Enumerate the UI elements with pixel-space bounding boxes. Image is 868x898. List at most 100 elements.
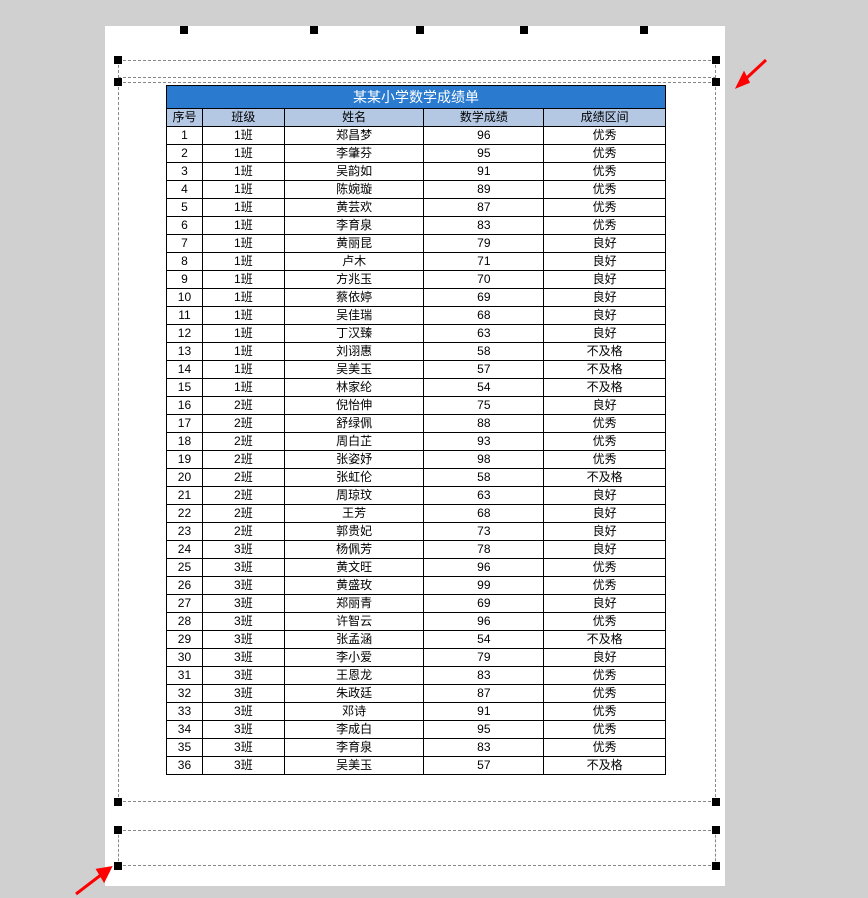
cell-grade: 优秀 — [544, 217, 666, 235]
cell-name: 许智云 — [284, 613, 424, 631]
cell-grade: 优秀 — [544, 127, 666, 145]
cell-class: 3班 — [202, 541, 284, 559]
cell-class: 3班 — [202, 559, 284, 577]
handle-body-tr[interactable] — [712, 78, 720, 86]
cell-name: 张虹伦 — [284, 469, 424, 487]
cell-grade: 良好 — [544, 235, 666, 253]
cell-score: 91 — [424, 703, 544, 721]
handle-body-tl[interactable] — [114, 78, 122, 86]
cell-name: 杨佩芳 — [284, 541, 424, 559]
handle-footer-tr[interactable] — [712, 826, 720, 834]
cell-class: 3班 — [202, 613, 284, 631]
cell-grade: 良好 — [544, 271, 666, 289]
cell-grade: 不及格 — [544, 631, 666, 649]
handle-page-top-5[interactable] — [640, 26, 648, 34]
table-row: 141班吴美玉57不及格 — [167, 361, 666, 379]
cell-score: 95 — [424, 145, 544, 163]
cell-grade: 优秀 — [544, 613, 666, 631]
cell-grade: 优秀 — [544, 181, 666, 199]
cell-name: 林家纶 — [284, 379, 424, 397]
handle-page-top-3[interactable] — [416, 26, 424, 34]
handle-page-top-1[interactable] — [180, 26, 188, 34]
cell-class: 1班 — [202, 235, 284, 253]
cell-name: 张孟涵 — [284, 631, 424, 649]
cell-name: 刘诩惠 — [284, 343, 424, 361]
report-footer-band[interactable] — [118, 830, 716, 866]
cell-index: 30 — [167, 649, 203, 667]
score-table: 某某小学数学成绩单 序号 班级 姓名 数学成绩 成绩区间 11班郑昌梦96优秀2… — [166, 85, 666, 775]
cell-score: 63 — [424, 487, 544, 505]
cell-grade: 优秀 — [544, 433, 666, 451]
cell-score: 83 — [424, 739, 544, 757]
handle-footer-tl[interactable] — [114, 826, 122, 834]
table-row: 243班杨佩芳78良好 — [167, 541, 666, 559]
cell-name: 黄文旺 — [284, 559, 424, 577]
cell-name: 李成白 — [284, 721, 424, 739]
cell-index: 8 — [167, 253, 203, 271]
table-row: 101班蔡依婷69良好 — [167, 289, 666, 307]
col-header-score: 数学成绩 — [424, 109, 544, 127]
table-row: 212班周琼玟63良好 — [167, 487, 666, 505]
cell-class: 3班 — [202, 685, 284, 703]
handle-body-br[interactable] — [712, 798, 720, 806]
cell-score: 96 — [424, 127, 544, 145]
table-row: 273班郑丽青69良好 — [167, 595, 666, 613]
cell-name: 陈婉璇 — [284, 181, 424, 199]
cell-score: 79 — [424, 235, 544, 253]
handle-page-top-2[interactable] — [310, 26, 318, 34]
handle-page-top-4[interactable] — [520, 26, 528, 34]
cell-name: 李育泉 — [284, 217, 424, 235]
cell-grade: 良好 — [544, 253, 666, 271]
cell-name: 倪怡伸 — [284, 397, 424, 415]
cell-score: 87 — [424, 199, 544, 217]
table-row: 172班舒绿佩88优秀 — [167, 415, 666, 433]
handle-header-tl[interactable] — [114, 56, 122, 64]
cell-score: 69 — [424, 595, 544, 613]
table-row: 182班周白芷93优秀 — [167, 433, 666, 451]
cell-name: 吴美玉 — [284, 361, 424, 379]
cell-class: 1班 — [202, 181, 284, 199]
table-row: 353班李育泉83优秀 — [167, 739, 666, 757]
cell-class: 1班 — [202, 127, 284, 145]
cell-class: 2班 — [202, 487, 284, 505]
cell-class: 2班 — [202, 415, 284, 433]
cell-index: 34 — [167, 721, 203, 739]
cell-name: 郭贵妃 — [284, 523, 424, 541]
cell-grade: 不及格 — [544, 343, 666, 361]
cell-grade: 优秀 — [544, 739, 666, 757]
cell-index: 29 — [167, 631, 203, 649]
report-header-band[interactable] — [118, 60, 716, 78]
cell-index: 24 — [167, 541, 203, 559]
cell-name: 张姿妤 — [284, 451, 424, 469]
table-row: 313班王恩龙83优秀 — [167, 667, 666, 685]
cell-grade: 优秀 — [544, 721, 666, 739]
handle-body-bl[interactable] — [114, 798, 122, 806]
table-row: 333班邓诗91优秀 — [167, 703, 666, 721]
cell-class: 1班 — [202, 253, 284, 271]
handle-header-tr[interactable] — [712, 56, 720, 64]
annotation-arrow-bottom-left — [72, 862, 118, 898]
cell-index: 14 — [167, 361, 203, 379]
cell-index: 3 — [167, 163, 203, 181]
cell-score: 58 — [424, 343, 544, 361]
cell-name: 邓诗 — [284, 703, 424, 721]
cell-grade: 良好 — [544, 541, 666, 559]
table-row: 323班朱政廷87优秀 — [167, 685, 666, 703]
cell-index: 23 — [167, 523, 203, 541]
handle-footer-br[interactable] — [712, 862, 720, 870]
table-row: 41班陈婉璇89优秀 — [167, 181, 666, 199]
cell-class: 1班 — [202, 307, 284, 325]
cell-index: 13 — [167, 343, 203, 361]
cell-class: 2班 — [202, 433, 284, 451]
cell-index: 1 — [167, 127, 203, 145]
table-title-row: 某某小学数学成绩单 — [167, 86, 666, 109]
cell-index: 20 — [167, 469, 203, 487]
cell-class: 3班 — [202, 649, 284, 667]
table-row: 31班吴韵如91优秀 — [167, 163, 666, 181]
cell-score: 54 — [424, 379, 544, 397]
table-row: 222班王芳68良好 — [167, 505, 666, 523]
cell-class: 2班 — [202, 505, 284, 523]
cell-grade: 良好 — [544, 307, 666, 325]
table-row: 162班倪怡伸75良好 — [167, 397, 666, 415]
cell-class: 1班 — [202, 343, 284, 361]
